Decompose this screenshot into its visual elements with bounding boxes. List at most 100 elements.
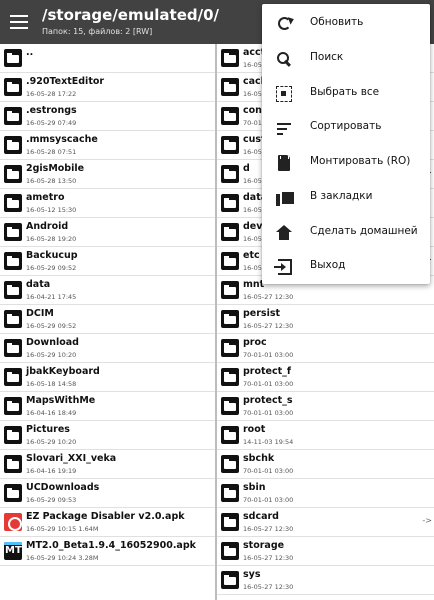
folder-icon: [4, 136, 22, 154]
file-meta: 16-05-28 17:22: [26, 90, 77, 98]
folder-icon: [4, 194, 22, 212]
file-name: .mmsyscache: [26, 134, 98, 145]
menu-item-label: Сортировать: [310, 120, 382, 133]
file-meta: 16-05-29 10:24 3.28M: [26, 554, 99, 562]
file-row[interactable]: .estrongs 16-05-29 07:49: [0, 102, 215, 131]
file-meta: 16-05-29 09:53: [26, 496, 77, 504]
file-name: sdcard: [243, 511, 279, 522]
folder-icon: [221, 339, 239, 357]
file-name: data: [26, 279, 51, 290]
file-meta: 14-11-03 19:54: [243, 438, 294, 446]
file-row[interactable]: MapsWithMe 16-04-16 18:49: [0, 392, 215, 421]
file-meta: 16-05-29 10:15 1.64M: [26, 525, 99, 533]
file-row[interactable]: proc 70-01-01 03:00: [217, 334, 434, 363]
file-row[interactable]: .920TextEditor 16-05-28 17:22: [0, 73, 215, 102]
file-meta: 16-04-16 19:19: [26, 467, 77, 475]
file-row[interactable]: ametro 16-05-12 15:30: [0, 189, 215, 218]
file-meta: 16-05-27 12:30: [243, 554, 294, 562]
folder-icon: [4, 107, 22, 125]
file-meta: 16-04-21 17:45: [26, 293, 77, 301]
apk-mt-icon: [4, 542, 22, 560]
file-meta: 16-05-28 13:50: [26, 177, 77, 185]
menu-item-exit[interactable]: Выход: [262, 249, 430, 284]
file-row[interactable]: sdcard 16-05-27 12:30 ->: [217, 508, 434, 537]
folder-icon: [4, 484, 22, 502]
menu-item-mount[interactable]: Монтировать (RO): [262, 145, 430, 180]
folder-file-count: Папок: 15, файлов: 2 [RW]: [42, 27, 153, 36]
folder-icon: [4, 49, 22, 67]
file-name: EZ Package Disabler v2.0.apk: [26, 511, 185, 522]
file-name: Slovari_XXI_veka: [26, 453, 117, 464]
folder-icon: [221, 223, 239, 241]
file-name: protect_f: [243, 366, 292, 377]
folder-icon: [221, 281, 239, 299]
file-name: jbakKeyboard: [26, 366, 100, 377]
sort-icon: [276, 120, 292, 136]
file-row[interactable]: jbakKeyboard 16-05-18 14:58: [0, 363, 215, 392]
current-path: /storage/emulated/0/: [42, 6, 220, 24]
file-row[interactable]: persist 16-05-27 12:30: [217, 305, 434, 334]
hamburger-menu-icon[interactable]: [8, 11, 30, 33]
file-row[interactable]: DCIM 16-05-29 09:52: [0, 305, 215, 334]
file-row[interactable]: sys 16-05-27 12:30: [217, 566, 434, 595]
menu-item-search[interactable]: Поиск: [262, 41, 430, 76]
file-meta: 16-05-27 12:30: [243, 293, 294, 301]
folder-icon: [4, 281, 22, 299]
file-row[interactable]: Backucup 16-05-29 09:52: [0, 247, 215, 276]
sd-card-icon: [278, 155, 290, 171]
file-row[interactable]: 2gisMobile 16-05-28 13:50: [0, 160, 215, 189]
file-name: d: [243, 163, 250, 174]
folder-icon: [4, 223, 22, 241]
folder-icon: [4, 339, 22, 357]
file-meta: 16-05-29 10:20: [26, 438, 77, 446]
file-name: MapsWithMe: [26, 395, 96, 406]
menu-item-label: Монтировать (RO): [310, 155, 411, 167]
file-name: .estrongs: [26, 105, 77, 116]
folder-icon: [4, 310, 22, 328]
folder-icon: [221, 513, 239, 531]
file-meta: 16-05-29 09:52: [26, 322, 77, 330]
menu-item-refresh[interactable]: Обновить: [262, 6, 430, 41]
file-row[interactable]: UCDownloads 16-05-29 09:53: [0, 479, 215, 508]
file-row[interactable]: .mmsyscache 16-05-28 07:51: [0, 131, 215, 160]
folder-icon: [221, 484, 239, 502]
file-row[interactable]: sbin 70-01-01 03:00: [217, 479, 434, 508]
menu-item-sort[interactable]: Сортировать: [262, 110, 430, 145]
file-row[interactable]: sbchk 70-01-01 03:00: [217, 450, 434, 479]
file-row[interactable]: storage 16-05-27 12:30: [217, 537, 434, 566]
folder-icon: [221, 397, 239, 415]
file-meta: 16-04-16 18:49: [26, 409, 77, 417]
menu-item-label: Выход: [310, 259, 346, 272]
file-name: Android: [26, 221, 69, 232]
home-icon: [276, 224, 292, 241]
menu-item-select-all[interactable]: Выбрать все: [262, 76, 430, 111]
file-row[interactable]: protect_f 70-01-01 03:00: [217, 363, 434, 392]
file-row[interactable]: ..: [0, 44, 215, 73]
file-row[interactable]: Pictures 16-05-29 10:20: [0, 421, 215, 450]
file-row[interactable]: protect_s 70-01-01 03:00: [217, 392, 434, 421]
file-row[interactable]: MT2.0_Beta1.9.4_16052900.apk 16-05-29 10:…: [0, 537, 215, 566]
file-meta: 16-05-27 12:30: [243, 525, 294, 533]
file-meta: 16-05-29 10:20: [26, 351, 77, 359]
file-name: Pictures: [26, 424, 70, 435]
file-name: proc: [243, 337, 267, 348]
file-row[interactable]: Android 16-05-28 19:20: [0, 218, 215, 247]
menu-item-label: Поиск: [310, 50, 344, 63]
file-row[interactable]: root 14-11-03 19:54: [217, 421, 434, 450]
file-row[interactable]: data 16-04-21 17:45: [0, 276, 215, 305]
menu-item-label: Выбрать все: [310, 85, 380, 98]
file-name: protect_s: [243, 395, 293, 406]
file-row[interactable]: Download 16-05-29 10:20: [0, 334, 215, 363]
menu-item-bookmarks[interactable]: В закладки: [262, 180, 430, 215]
file-name: sys: [243, 569, 261, 580]
folder-icon: [221, 252, 239, 270]
left-file-pane[interactable]: .. .920TextEditor 16-05-28 17:22 .estrongs 1…: [0, 44, 215, 600]
file-row[interactable]: EZ Package Disabler v2.0.apk 16-05-29 10:…: [0, 508, 215, 537]
folder-icon: [4, 165, 22, 183]
file-meta: 70-01-01 03:00: [243, 409, 294, 417]
exit-icon: [274, 259, 292, 276]
folder-icon: [221, 165, 239, 183]
menu-item-set-home[interactable]: Сделать домашней: [262, 215, 430, 250]
file-row[interactable]: Slovari_XXI_veka 16-04-16 19:19: [0, 450, 215, 479]
menu-item-label: Сделать домашней: [310, 224, 418, 237]
